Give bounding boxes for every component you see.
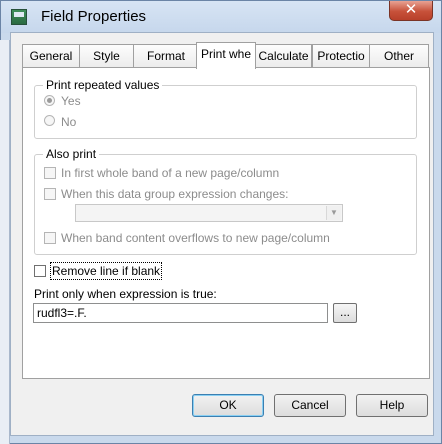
remove-line-checkbox[interactable] — [34, 265, 46, 277]
print-repeated-group: Print repeated values — [34, 78, 417, 139]
yes-radio[interactable] — [44, 95, 55, 106]
tab-general[interactable]: General — [22, 44, 80, 68]
background-window-edge — [0, 40, 10, 444]
close-button[interactable]: ✕ — [389, 1, 433, 21]
overflow-checkbox[interactable] — [44, 232, 56, 244]
first-band-label: In first whole band of a new page/column — [61, 166, 280, 180]
tab-format[interactable]: Format — [133, 44, 199, 68]
title-bar[interactable]: Field Properties ✕ — [1, 1, 441, 33]
first-band-checkbox[interactable] — [44, 167, 56, 179]
also-print-legend: Also print — [43, 147, 100, 161]
app-icon — [11, 9, 27, 25]
tab-page-print-when: Print repeated values Yes No Also print … — [22, 67, 430, 379]
remove-line-label: Remove line if blank — [49, 262, 163, 280]
tab-calculate[interactable]: Calculate — [255, 44, 312, 68]
tab-protection[interactable]: Protectio — [312, 44, 370, 68]
group-change-checkbox[interactable] — [44, 188, 56, 200]
group-change-label: When this data group expression changes: — [61, 187, 289, 201]
overflow-label: When band content overflows to new page/… — [61, 231, 330, 245]
group-expression-dropdown[interactable]: ▼ — [75, 204, 343, 222]
expression-builder-button[interactable]: ... — [333, 303, 357, 323]
print-repeated-legend: Print repeated values — [43, 78, 163, 92]
chevron-down-icon[interactable]: ▼ — [326, 206, 341, 220]
tab-other[interactable]: Other — [369, 44, 429, 68]
print-expression-field[interactable]: rudfl3=.F. — [33, 303, 328, 323]
yes-radio-label: Yes — [61, 94, 81, 108]
no-radio[interactable] — [44, 115, 55, 126]
tab-style[interactable]: Style — [79, 44, 134, 68]
cancel-button[interactable]: Cancel — [274, 394, 346, 417]
tab-strip: General Style Format Print whe Calculate… — [10, 42, 430, 69]
ok-button[interactable]: OK — [192, 394, 264, 417]
no-radio-label: No — [61, 115, 77, 129]
help-button[interactable]: Help — [356, 394, 428, 417]
print-only-label: Print only when expression is true: — [34, 287, 217, 301]
window-title: Field Properties — [41, 8, 147, 25]
tab-print-when[interactable]: Print whe — [196, 42, 256, 69]
